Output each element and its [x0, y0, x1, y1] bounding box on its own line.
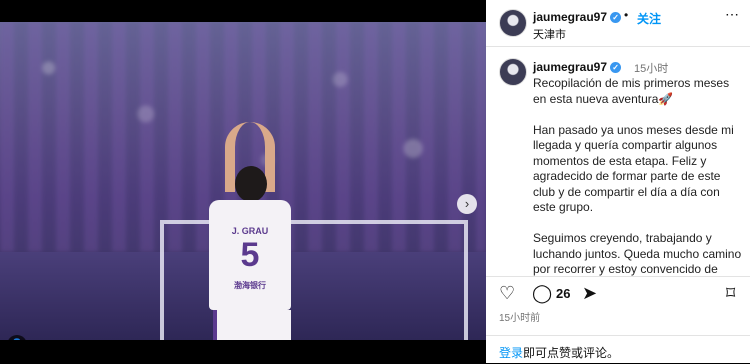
login-link[interactable]: 登录 — [499, 346, 523, 360]
caption-avatar[interactable] — [499, 58, 527, 86]
caption-section: jaumegrau97 ✓ 15小时 Recopilación de mis pr… — [486, 46, 750, 277]
post-sidebar: jaumegrau97 ✓ • 关注 天津市 ⋯ jaumegrau97 ✓ 15小… — [486, 0, 750, 363]
header-username[interactable]: jaumegrau97 ✓ — [533, 10, 622, 24]
share-icon[interactable]: ➤ — [582, 283, 597, 304]
username-text[interactable]: jaumegrau97 — [533, 10, 607, 24]
login-text: 登录即可点赞或评论。 — [499, 344, 619, 361]
login-prompt: 登录即可点赞或评论。 — [486, 335, 750, 364]
caption-username-text[interactable]: jaumegrau97 — [533, 60, 607, 74]
post-header: jaumegrau97 ✓ • 关注 天津市 ⋯ — [486, 0, 750, 47]
separator-dot: • — [624, 8, 629, 22]
verified-badge-icon: ✓ — [610, 62, 622, 74]
caption-username[interactable]: jaumegrau97 ✓ — [533, 60, 622, 74]
more-horizontal-icon[interactable]: ⋯ — [725, 6, 740, 23]
post-viewer: J. GRAU 5 渤海银行 › 👤 jaumegrau97✓ • 关注 天津市… — [0, 0, 750, 363]
player-jersey: J. GRAU 5 渤海银行 — [209, 200, 291, 310]
post-photo[interactable]: J. GRAU 5 渤海银行 › 👤 — [0, 22, 486, 340]
player-head — [235, 166, 267, 202]
verified-badge-icon: ✓ — [610, 12, 622, 24]
heart-icon[interactable]: ♡ — [499, 283, 515, 304]
jersey-sponsor: 渤海银行 — [234, 281, 266, 290]
player-shorts — [213, 310, 291, 340]
jersey-number: 5 — [240, 236, 260, 274]
comment-icon[interactable]: ◯ — [532, 283, 552, 304]
jersey-name: J. GRAU — [231, 226, 269, 236]
chevron-right-icon[interactable]: › — [457, 194, 477, 214]
avatar[interactable] — [499, 9, 527, 37]
post-time: 15小时前 — [499, 313, 541, 324]
caption-text: Recopilación de mis primeros meses en es… — [533, 76, 742, 276]
location-link[interactable]: 天津市 — [533, 26, 566, 42]
caption-timestamp: 15小时 — [634, 63, 669, 75]
bookmark-icon[interactable]: ⌑ — [726, 283, 735, 304]
follow-button[interactable]: 关注 — [637, 10, 661, 27]
login-rest: 即可点赞或评论。 — [523, 346, 620, 360]
action-bar: ♡ ◯ 26 ➤ ⌑ — [486, 283, 750, 305]
player-figure: J. GRAU 5 渤海银行 — [207, 122, 293, 340]
comment-count: 26 — [556, 286, 571, 301]
